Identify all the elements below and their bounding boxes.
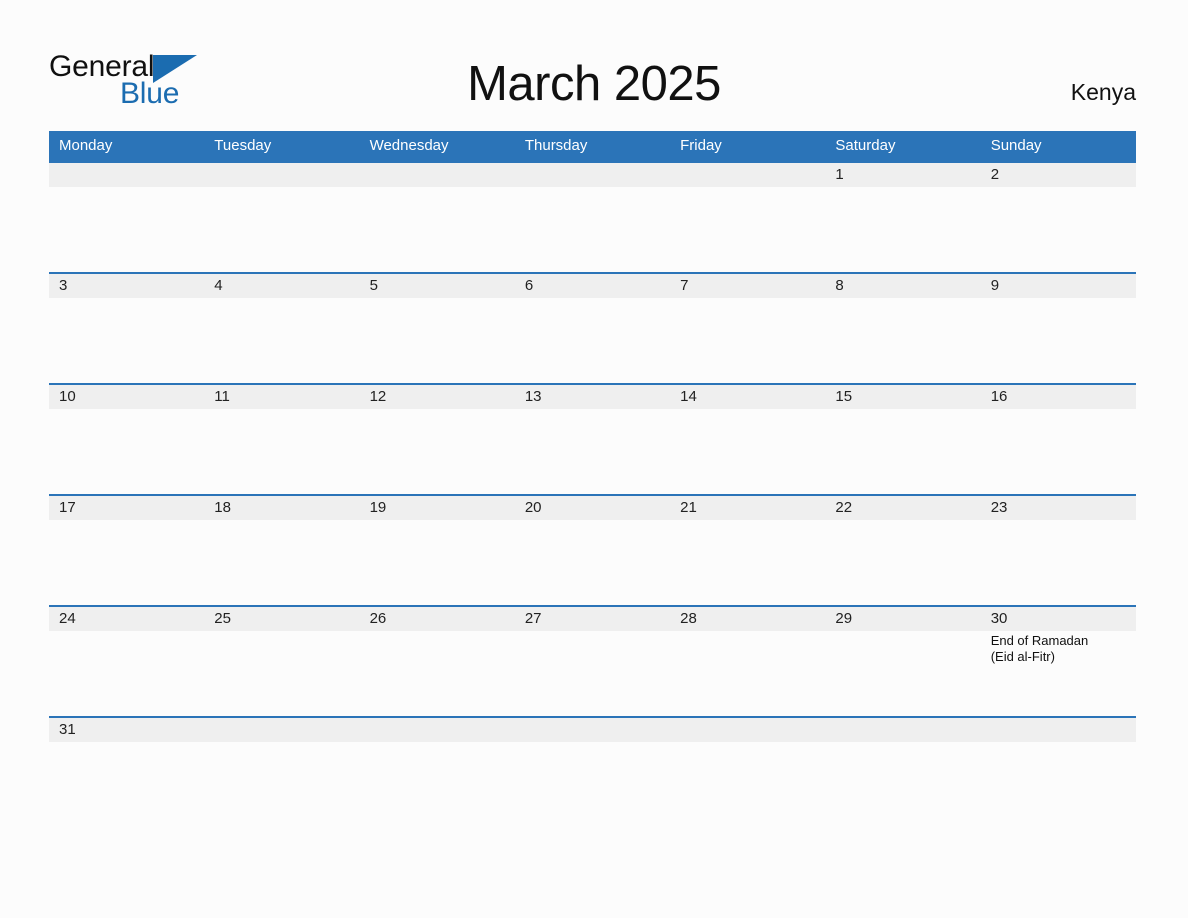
day-cell-empty bbox=[204, 163, 359, 272]
day-cell-9[interactable]: 9 bbox=[981, 274, 1136, 383]
day-number: 7 bbox=[680, 277, 689, 294]
day-cell-16[interactable]: 16 bbox=[981, 385, 1136, 494]
weekday-header-tuesday: Tuesday bbox=[214, 137, 272, 154]
day-cell-23[interactable]: 23 bbox=[981, 496, 1136, 605]
country-label: Kenya bbox=[1070, 79, 1136, 105]
day-cell-12[interactable]: 12 bbox=[360, 385, 515, 494]
day-cell-17[interactable]: 17 bbox=[49, 496, 204, 605]
calendar-weeks: 1 2 3 4 5 6 7 8 9 10 11 12 13 14 15 16 17 18 19 20 21 22 23 24 2… bbox=[49, 161, 1136, 756]
day-cell-7[interactable]: 7 bbox=[670, 274, 825, 383]
day-number: 27 bbox=[524, 610, 542, 627]
day-number: 5 bbox=[369, 277, 378, 294]
day-cell-29[interactable]: 29 bbox=[825, 607, 980, 716]
day-cell-26[interactable]: 26 bbox=[360, 607, 515, 716]
day-cell-25[interactable]: 25 bbox=[204, 607, 359, 716]
day-number: 23 bbox=[990, 499, 1008, 516]
day-number: 16 bbox=[990, 388, 1008, 405]
day-cell-21[interactable]: 21 bbox=[670, 496, 825, 605]
calendar-week-row: 3 4 5 6 7 8 9 bbox=[49, 272, 1136, 383]
event-label: End of Ramadan bbox=[990, 633, 1089, 648]
weekday-header-sunday: Sunday bbox=[990, 137, 1042, 154]
page-title: March 2025 bbox=[467, 57, 721, 111]
day-cell-empty bbox=[515, 163, 670, 272]
day-cell-4[interactable]: 4 bbox=[204, 274, 359, 383]
day-cell-13[interactable]: 13 bbox=[515, 385, 670, 494]
weekday-header-monday: Monday bbox=[59, 137, 113, 154]
page-header: General Blue March 2025 Kenya bbox=[0, 0, 1188, 131]
day-cell-6[interactable]: 6 bbox=[515, 274, 670, 383]
day-cell-27[interactable]: 27 bbox=[515, 607, 670, 716]
day-events: End of Ramadan (Eid al-Fitr) bbox=[991, 631, 1136, 665]
day-cell-15[interactable]: 15 bbox=[825, 385, 980, 494]
day-cell-2[interactable]: 2 bbox=[981, 163, 1136, 272]
day-number: 31 bbox=[59, 721, 76, 738]
day-cell-11[interactable]: 11 bbox=[204, 385, 359, 494]
day-cell-24[interactable]: 24 bbox=[49, 607, 204, 716]
day-cell-3[interactable]: 3 bbox=[49, 274, 204, 383]
day-number: 12 bbox=[369, 388, 387, 405]
day-cell-31[interactable]: 31 bbox=[49, 718, 204, 756]
day-cell-empty bbox=[360, 718, 515, 756]
day-number: 4 bbox=[214, 277, 223, 294]
day-number: 9 bbox=[990, 277, 1000, 294]
day-number: 14 bbox=[680, 388, 697, 405]
day-number: 3 bbox=[59, 277, 68, 294]
day-cell-22[interactable]: 22 bbox=[825, 496, 980, 605]
day-number: 17 bbox=[59, 499, 76, 516]
day-number: 6 bbox=[524, 277, 534, 294]
day-cell-empty bbox=[670, 163, 825, 272]
day-number: 28 bbox=[680, 610, 697, 627]
day-number: 8 bbox=[835, 277, 844, 294]
day-cell-18[interactable]: 18 bbox=[204, 496, 359, 605]
day-cell-14[interactable]: 14 bbox=[670, 385, 825, 494]
day-number: 18 bbox=[214, 499, 231, 516]
event-label: (Eid al-Fitr) bbox=[990, 649, 1055, 664]
day-cell-empty bbox=[204, 718, 359, 756]
day-cell-19[interactable]: 19 bbox=[360, 496, 515, 605]
day-cell-empty bbox=[360, 163, 515, 272]
day-number: 26 bbox=[369, 610, 387, 627]
day-cell-empty bbox=[49, 163, 204, 272]
day-cell-empty bbox=[981, 718, 1136, 756]
calendar-week-row: 24 25 26 27 28 29 30 End of Ramadan (Eid al-Fitr… bbox=[49, 605, 1136, 716]
day-cell-empty bbox=[670, 718, 825, 756]
day-number: 30 bbox=[990, 610, 1008, 627]
day-number: 1 bbox=[835, 166, 844, 183]
calendar-week-row: 17 18 19 20 21 22 23 bbox=[49, 494, 1136, 605]
day-number: 10 bbox=[59, 388, 76, 405]
day-number: 13 bbox=[524, 388, 542, 405]
day-number: 24 bbox=[59, 610, 76, 627]
day-cell-8[interactable]: 8 bbox=[825, 274, 980, 383]
day-number: 15 bbox=[835, 388, 853, 405]
day-cell-10[interactable]: 10 bbox=[49, 385, 204, 494]
calendar-week-row: 10 11 12 13 14 15 16 bbox=[49, 383, 1136, 494]
day-cell-20[interactable]: 20 bbox=[515, 496, 670, 605]
day-cell-30[interactable]: 30 End of Ramadan (Eid al-Fitr) bbox=[981, 607, 1136, 716]
weekday-header-wednesday: Wednesday bbox=[369, 137, 449, 154]
day-cell-5[interactable]: 5 bbox=[360, 274, 515, 383]
day-number: 22 bbox=[835, 499, 853, 516]
day-cell-empty bbox=[515, 718, 670, 756]
weekday-header-thursday: Thursday bbox=[524, 137, 588, 154]
day-cell-28[interactable]: 28 bbox=[670, 607, 825, 716]
weekday-header-friday: Friday bbox=[680, 137, 722, 154]
day-number: 19 bbox=[369, 499, 387, 516]
day-number: 20 bbox=[524, 499, 542, 516]
calendar-week-row: 31 bbox=[49, 716, 1136, 756]
day-number: 29 bbox=[835, 610, 853, 627]
day-cell-1[interactable]: 1 bbox=[825, 163, 980, 272]
day-number: 2 bbox=[990, 166, 1000, 183]
weekday-header-saturday: Saturday bbox=[835, 137, 896, 154]
day-number: 25 bbox=[214, 610, 231, 627]
calendar-grid: Monday Tuesday Wednesday Thursday Friday Satu… bbox=[49, 131, 1136, 756]
calendar-week-row: 12 bbox=[49, 161, 1136, 272]
day-cell-empty bbox=[825, 718, 980, 756]
day-number: 21 bbox=[680, 499, 697, 516]
day-number: 11 bbox=[214, 388, 230, 405]
weekday-header-row: Monday Tuesday Wednesday Thursday Friday Satu… bbox=[49, 131, 1136, 161]
